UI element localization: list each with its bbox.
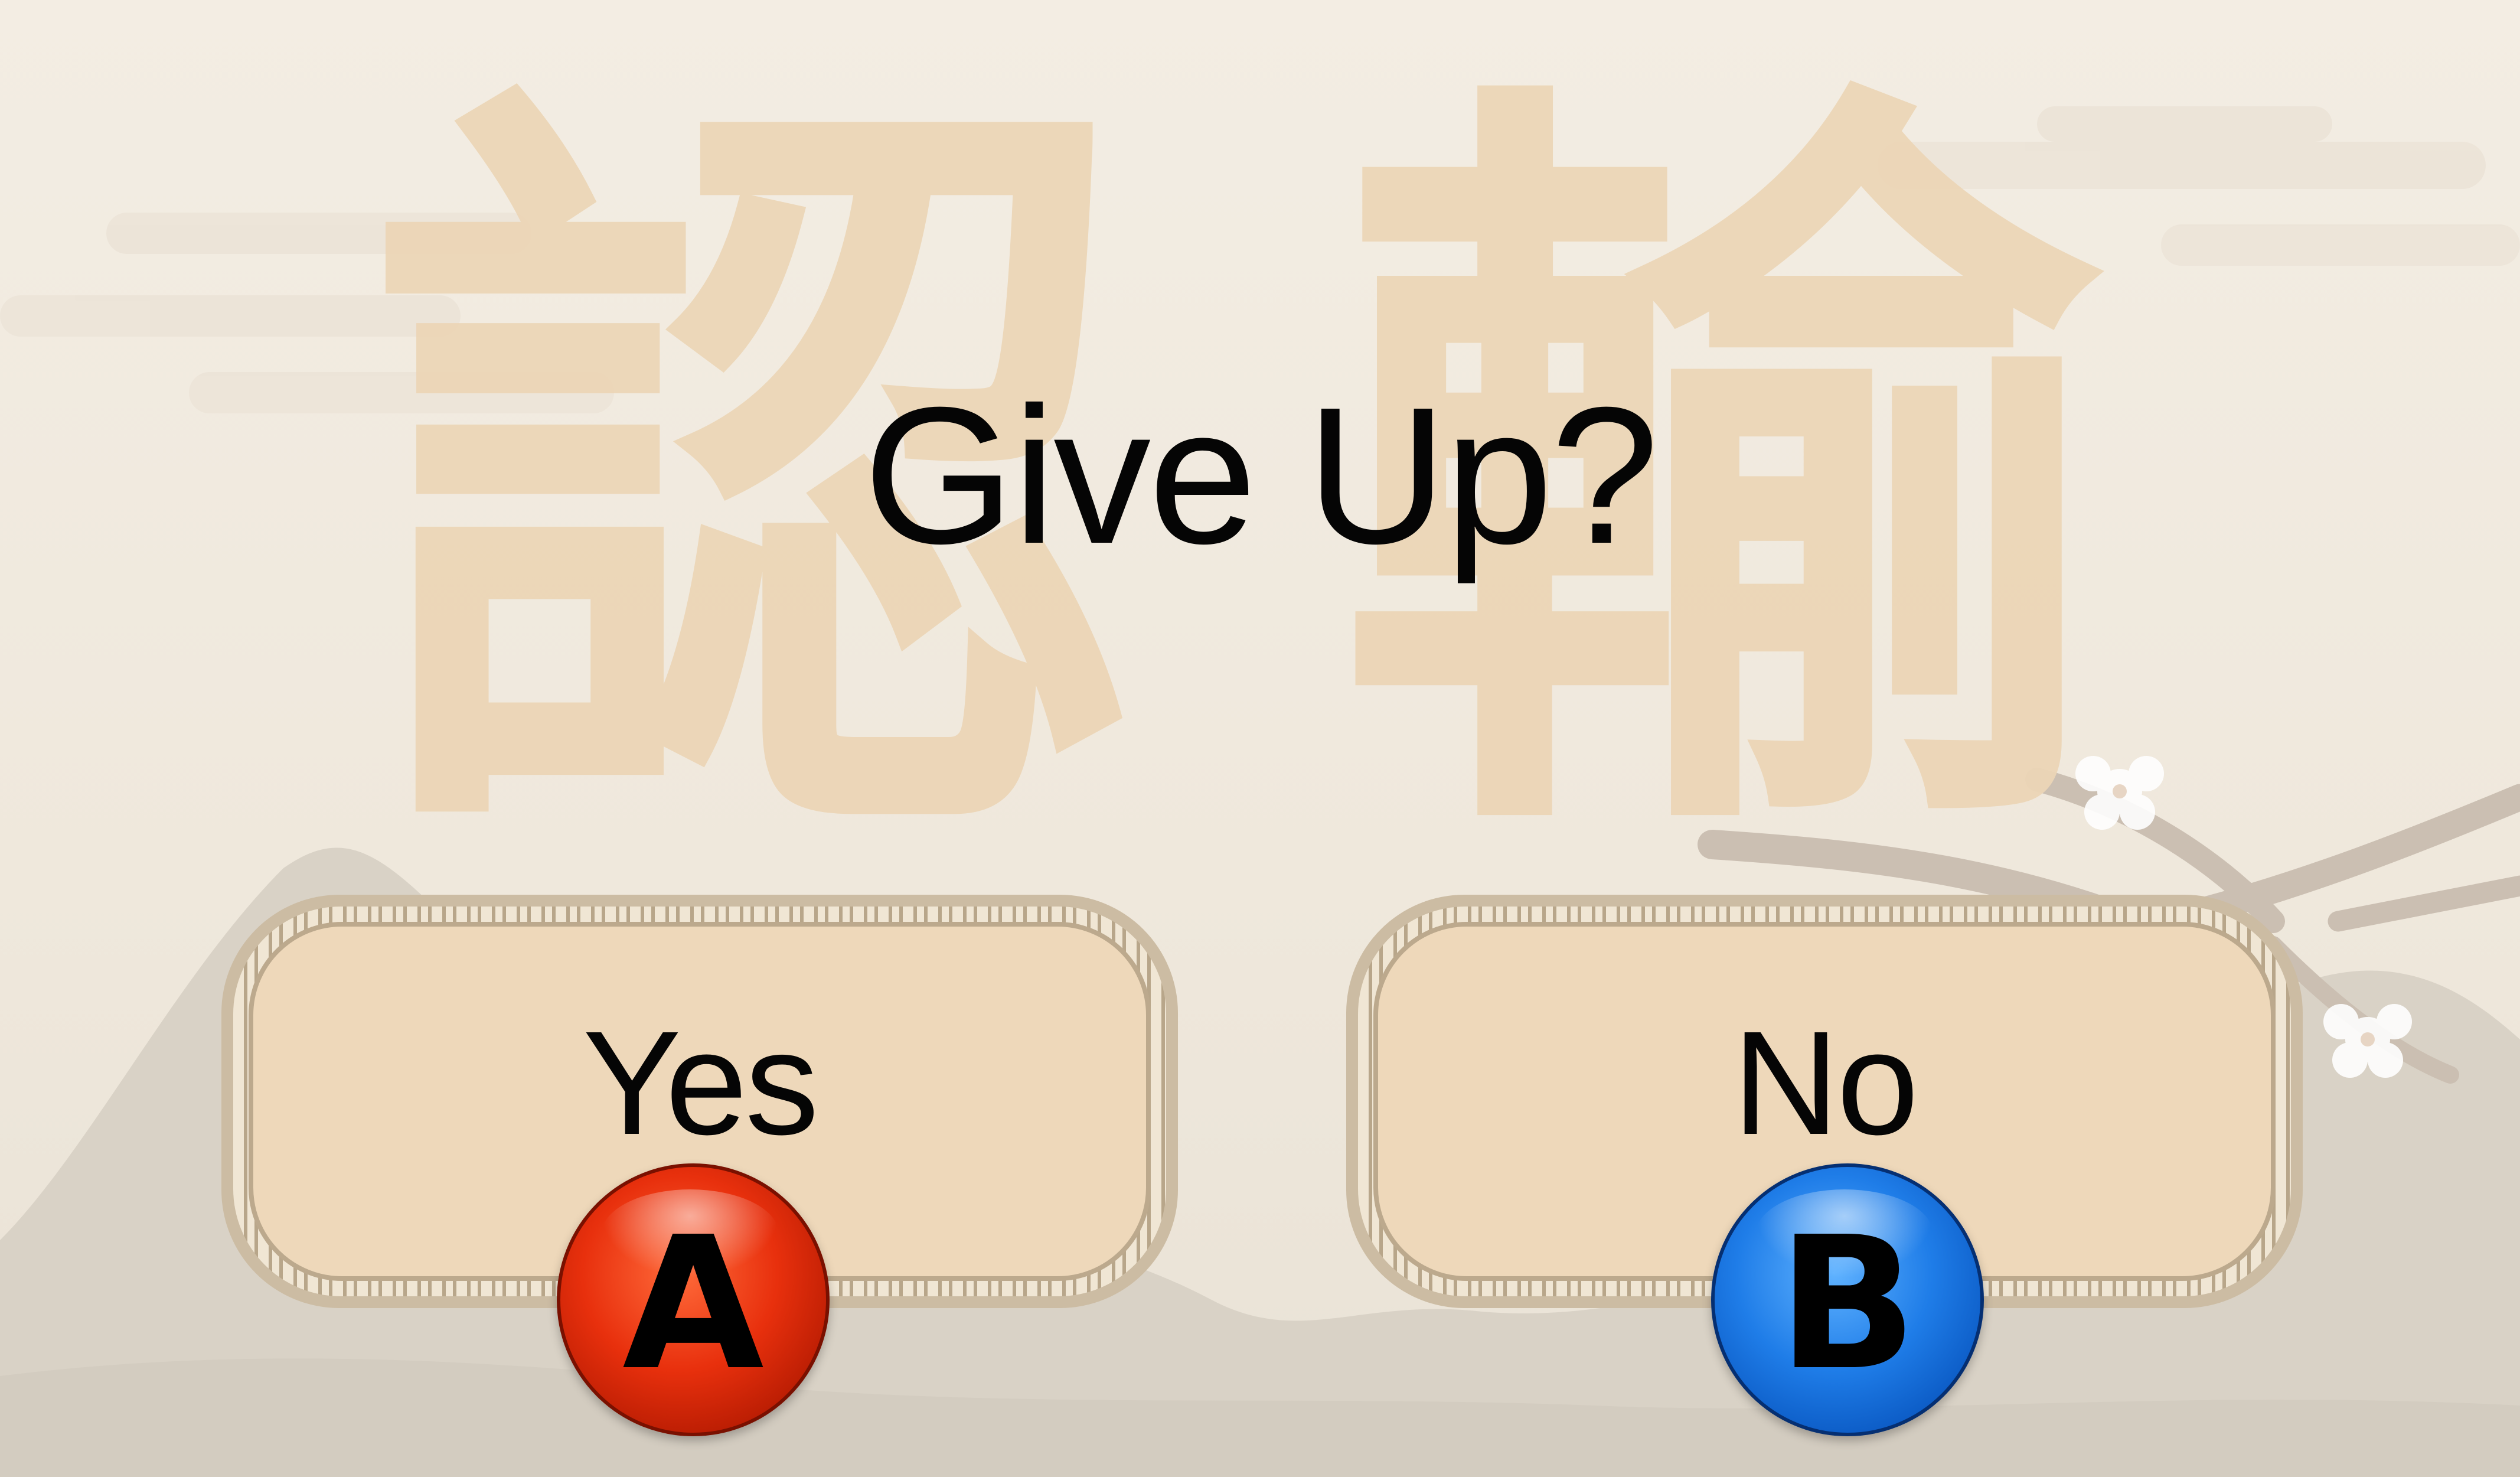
b-button-letter: B — [1777, 1198, 1918, 1411]
a-button-icon[interactable]: A — [557, 1163, 830, 1436]
yes-label: Yes — [583, 1000, 819, 1165]
a-button-letter: A — [622, 1198, 764, 1411]
dialog-title: Give Up? — [863, 366, 1659, 584]
give-up-dialog-screen: 認 輸 Give Up? Yes No A B — [0, 0, 2520, 1477]
b-button-icon[interactable]: B — [1711, 1163, 1984, 1436]
no-label: No — [1732, 1000, 1919, 1165]
